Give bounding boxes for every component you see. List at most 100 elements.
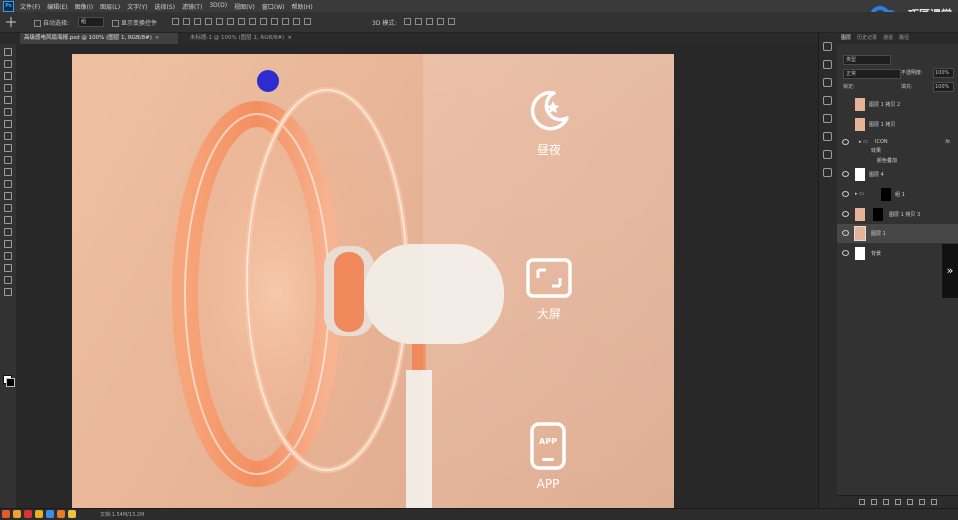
visibility-eye-icon[interactable] — [842, 191, 849, 197]
auto-select-dropdown[interactable]: 组 — [78, 17, 104, 27]
slide-3d-icon[interactable] — [437, 18, 444, 25]
visibility-eye-icon[interactable] — [842, 171, 849, 177]
canvas-area[interactable]: 昼夜 大屏 APP APP — [16, 44, 818, 508]
distribute-bottom-icon[interactable] — [260, 18, 267, 25]
menu-select[interactable]: 选择(S) — [154, 2, 175, 11]
brush-tool-icon[interactable] — [4, 132, 12, 140]
layer-row[interactable]: 图层 4 — [837, 165, 958, 184]
distribute-hcenter-icon[interactable] — [282, 18, 289, 25]
layer-group-row[interactable]: ▸ ▭ 组 1 — [837, 185, 958, 204]
align-vcenter-icon[interactable] — [183, 18, 190, 25]
show-transform-checkbox[interactable]: 显示变换控件 — [112, 18, 157, 27]
layer-row[interactable]: 背景 — [837, 244, 958, 263]
scale-3d-icon[interactable] — [448, 18, 455, 25]
menu-edit[interactable]: 编辑(E) — [47, 2, 67, 11]
distribute-left-icon[interactable] — [271, 18, 278, 25]
tab-document-1[interactable]: 高级感电风扇海报.psd @ 100% (图层 1, RGB/8#) × — [20, 33, 178, 44]
zoom-tool-icon[interactable] — [4, 276, 12, 284]
close-icon[interactable]: × — [155, 35, 160, 41]
tab-document-2[interactable]: 未标题-1 @ 100% (图层 1, RGB/8#) × — [186, 33, 314, 44]
menu-type[interactable]: 文字(Y) — [127, 2, 147, 11]
effect-row[interactable]: 效果 — [837, 145, 958, 155]
add-mask-icon[interactable] — [882, 499, 889, 505]
eraser-tool-icon[interactable] — [4, 168, 12, 176]
orbit-3d-icon[interactable] — [404, 18, 411, 25]
tab-history[interactable]: 历史记录 — [857, 33, 877, 44]
menu-file[interactable]: 文件(F) — [20, 2, 40, 11]
effect-row[interactable]: 颜色叠加 — [837, 155, 958, 165]
align-left-icon[interactable] — [205, 18, 212, 25]
blur-tool-icon[interactable] — [4, 192, 12, 200]
distribute-right-icon[interactable] — [293, 18, 300, 25]
visibility-eye-icon[interactable] — [842, 250, 849, 256]
app-icon[interactable] — [35, 510, 43, 518]
align-top-icon[interactable] — [172, 18, 179, 25]
tab-paths[interactable]: 路径 — [899, 33, 909, 44]
move-tool-icon[interactable] — [4, 48, 12, 56]
menu-filter[interactable]: 滤镜(T) — [182, 2, 202, 11]
app-icon[interactable] — [24, 510, 32, 518]
app-icon[interactable] — [13, 510, 21, 518]
clone-stamp-tool-icon[interactable] — [4, 144, 12, 152]
brush-settings-icon[interactable] — [823, 60, 832, 69]
link-layers-icon[interactable] — [858, 499, 865, 505]
menu-layer[interactable]: 图层(L) — [100, 2, 120, 11]
distribute-vcenter-icon[interactable] — [249, 18, 256, 25]
layer-row[interactable]: 图层 1 拷贝 2 — [837, 95, 958, 114]
gradient-tool-icon[interactable] — [4, 180, 12, 188]
visibility-eye-icon[interactable] — [842, 230, 849, 236]
edit-toolbar-icon[interactable] — [4, 288, 12, 296]
app-icon[interactable] — [46, 510, 54, 518]
layer-row[interactable]: 图层 1 拷贝 3 — [837, 205, 958, 224]
close-icon[interactable]: × — [287, 35, 292, 41]
auto-select-checkbox[interactable]: 自动选择: — [34, 18, 69, 27]
tab-channels[interactable]: 通道 — [883, 33, 893, 44]
menu-help[interactable]: 帮助(H) — [292, 2, 313, 11]
menu-image[interactable]: 图像(I) — [75, 2, 93, 11]
hand-tool-icon[interactable] — [4, 264, 12, 272]
visibility-eye-icon[interactable] — [842, 211, 849, 217]
navigator-icon[interactable] — [823, 96, 832, 105]
fill-input[interactable]: 100% — [933, 82, 954, 92]
layer-row[interactable]: 图层 1 拷贝 — [837, 115, 958, 134]
roll-3d-icon[interactable] — [415, 18, 422, 25]
poster-artboard[interactable]: 昼夜 大屏 APP APP — [72, 54, 674, 508]
app-icon[interactable] — [2, 510, 10, 518]
pen-tool-icon[interactable] — [4, 216, 12, 224]
healing-brush-tool-icon[interactable] — [4, 120, 12, 128]
paragraph-icon[interactable] — [823, 78, 832, 87]
dodge-tool-icon[interactable] — [4, 204, 12, 212]
app-icon[interactable] — [68, 510, 76, 518]
align-bottom-icon[interactable] — [194, 18, 201, 25]
new-adjustment-icon[interactable] — [894, 499, 901, 505]
expand-panel-button[interactable]: » — [942, 244, 958, 298]
align-right-icon[interactable] — [227, 18, 234, 25]
path-selection-tool-icon[interactable] — [4, 240, 12, 248]
magic-wand-tool-icon[interactable] — [4, 84, 12, 92]
info-icon[interactable] — [823, 42, 832, 51]
rectangle-tool-icon[interactable] — [4, 252, 12, 260]
background-color-swatch[interactable] — [6, 378, 15, 387]
blend-mode-dropdown[interactable]: 正常 — [843, 69, 901, 79]
more-options-icon[interactable] — [304, 18, 311, 25]
swatches-icon[interactable] — [823, 114, 832, 123]
layer-filter-dropdown[interactable]: 类型 — [843, 55, 891, 65]
adjustments-icon[interactable] — [823, 150, 832, 159]
menu-window[interactable]: 窗口(W) — [262, 2, 285, 11]
menu-3d[interactable]: 3D(D) — [209, 2, 227, 11]
add-style-icon[interactable] — [870, 499, 877, 505]
align-hcenter-icon[interactable] — [216, 18, 223, 25]
menu-view[interactable]: 视图(V) — [234, 2, 255, 11]
layer-row-selected[interactable]: 图层 1 — [837, 224, 958, 243]
character-icon[interactable] — [823, 132, 832, 141]
delete-layer-icon[interactable] — [930, 499, 937, 505]
crop-tool-icon[interactable] — [4, 96, 12, 104]
opacity-input[interactable]: 100% — [933, 68, 954, 78]
lasso-tool-icon[interactable] — [4, 72, 12, 80]
new-group-icon[interactable] — [906, 499, 913, 505]
libraries-icon[interactable] — [823, 168, 832, 177]
move-tool-icon[interactable] — [6, 17, 16, 27]
type-tool-icon[interactable] — [4, 228, 12, 236]
app-icon[interactable] — [57, 510, 65, 518]
history-brush-tool-icon[interactable] — [4, 156, 12, 164]
